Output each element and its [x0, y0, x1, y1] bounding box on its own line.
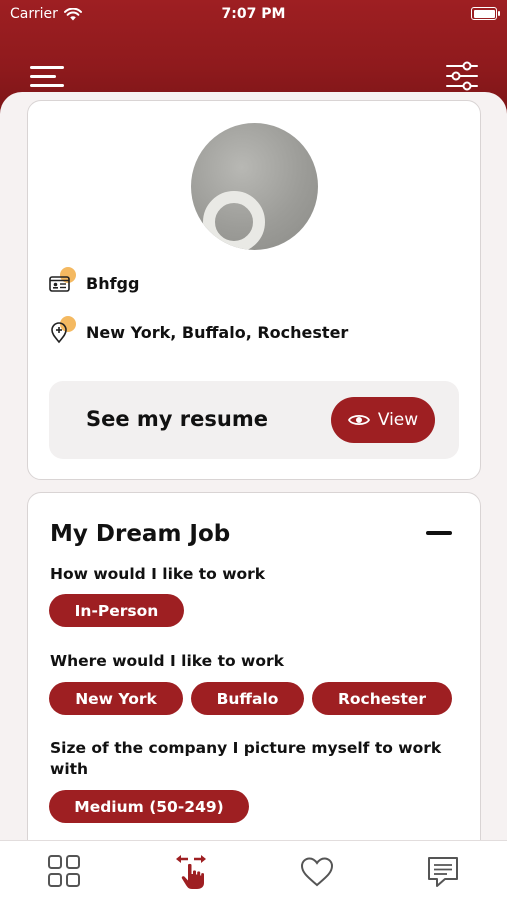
hamburger-icon: [30, 66, 64, 69]
view-label: View: [377, 410, 419, 430]
locations-row: New York, Buffalo, Rochester: [48, 316, 349, 344]
where-label: Where would I like to work: [50, 652, 284, 670]
id-card-icon: [48, 267, 76, 295]
sliders-icon: [446, 61, 478, 91]
size-label: Size of the company I picture myself to …: [50, 739, 442, 778]
tab-messages[interactable]: [423, 853, 463, 891]
name-row: Bhfgg: [48, 267, 140, 295]
chat-icon: [428, 857, 458, 887]
where-chips: New York Buffalo Rochester: [49, 682, 452, 715]
view-resume-button[interactable]: View: [331, 397, 435, 443]
how-label: How would I like to work: [50, 565, 266, 583]
size-chips: Medium (50-249): [49, 790, 249, 823]
avatar[interactable]: [191, 123, 318, 250]
filter-button[interactable]: [445, 60, 479, 92]
tab-swipe[interactable]: [171, 853, 211, 891]
status-time: 7:07 PM: [221, 6, 286, 22]
eye-icon: [347, 414, 370, 426]
collapse-minus-icon[interactable]: [426, 531, 452, 535]
swipe-hand-icon: [176, 855, 206, 889]
grid-icon: [48, 855, 80, 887]
chip-rochester[interactable]: Rochester: [312, 682, 452, 715]
battery-icon: [471, 7, 500, 20]
chip-medium[interactable]: Medium (50-249): [49, 790, 249, 823]
profile-name: Bhfgg: [86, 273, 140, 293]
heart-icon: [300, 857, 334, 887]
dream-job-card: My Dream Job How would I like to work In…: [27, 492, 481, 900]
resume-section: See my resume View: [49, 381, 459, 459]
tab-favorites[interactable]: [297, 853, 337, 891]
dream-job-title: My Dream Job: [50, 521, 231, 547]
status-bar: Carrier 7:07 PM: [0, 0, 507, 28]
chip-buffalo[interactable]: Buffalo: [191, 682, 304, 715]
resume-prompt: See my resume: [86, 407, 268, 431]
profile-card: Bhfgg New York, Buffalo, Rochester See m…: [27, 100, 481, 480]
tab-bar: [0, 840, 507, 900]
chip-new-york[interactable]: New York: [49, 682, 183, 715]
tab-dashboard[interactable]: [45, 853, 85, 891]
how-chips: In-Person: [49, 594, 184, 627]
chip-in-person[interactable]: In-Person: [49, 594, 184, 627]
profile-locations: New York, Buffalo, Rochester: [86, 322, 349, 342]
menu-button[interactable]: [30, 64, 64, 90]
location-pin-icon: [48, 316, 76, 344]
